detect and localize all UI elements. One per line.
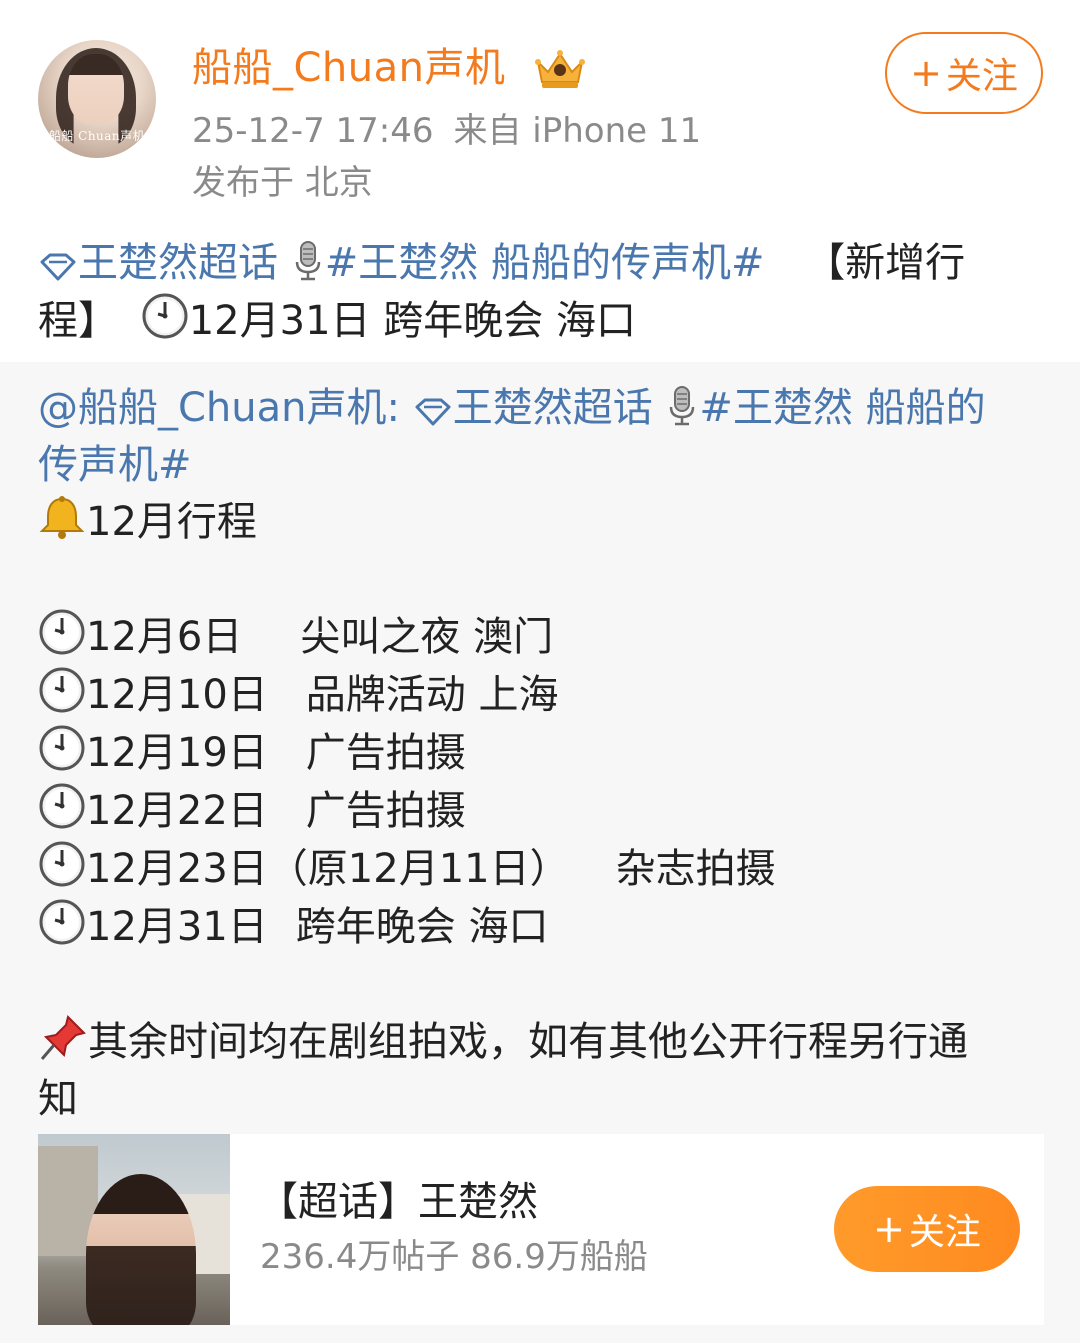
post-body: 王楚然超话 #王楚然 船船的传声机# 【新增行 程】 12月31日 跨年晚会 海… — [38, 234, 1048, 350]
repost-topic-name: 王楚然超话 — [452, 385, 653, 431]
note-line-1: 其余时间均在剧组拍戏，如有其他公开行程另行通 — [38, 1013, 1048, 1071]
schedule-event: 广告拍摄 — [305, 730, 466, 776]
supertopic-stats: 236.4万帖子 86.9万船船 — [260, 1237, 648, 1277]
plus-icon: + — [873, 1207, 905, 1251]
supertopic-cover-image — [38, 1134, 230, 1325]
schedule-event: 杂志拍摄 — [615, 846, 776, 892]
schedule-date: 12月22日 — [86, 788, 268, 834]
repost-hashtag-part1[interactable]: #王楚然 船船的 — [699, 385, 985, 431]
clock-icon — [39, 725, 85, 771]
schedule-event: 跨年晚会 海口 — [295, 904, 549, 950]
post-source: 来自 iPhone 11 — [453, 111, 702, 151]
month-title-line: 12月行程 — [38, 494, 1048, 551]
schedule-row: 12月6日 尖叫之夜 澳门 — [38, 608, 1048, 666]
supertopic-follow-button[interactable]: + 关注 — [834, 1186, 1020, 1272]
schedule-row: 12月22日 广告拍摄 — [38, 782, 1048, 840]
post-meta: 25-12-7 17:46 来自 iPhone 11 — [192, 108, 701, 154]
avatar-face — [68, 54, 124, 124]
clock-icon — [142, 293, 188, 339]
schedule-row: 12月31日 跨年晚会 海口 — [38, 898, 1048, 956]
schedule-date: 12月6日 — [86, 614, 243, 660]
note-text-1: 其余时间均在剧组拍戏，如有其他公开行程另行通 — [88, 1019, 968, 1065]
repost-topic-link[interactable]: 王楚然超话 — [413, 385, 666, 431]
diamond-icon — [40, 253, 76, 281]
repost-line-1: @船船_Chuan声机: 王楚然超话 #王楚然 船船的 — [38, 380, 1048, 437]
schedule-row: 12月19日 广告拍摄 — [38, 724, 1048, 782]
clock-icon — [39, 899, 85, 945]
topic-link[interactable]: 王楚然超话 — [38, 240, 291, 286]
repost-body: @船船_Chuan声机: 王楚然超话 #王楚然 船船的 传声机# 12月行程 1… — [38, 380, 1048, 1128]
topic-name: 王楚然超话 — [78, 240, 278, 286]
pushpin-icon — [40, 1015, 86, 1060]
post-text-new: 【新增行 — [805, 240, 966, 286]
clock-icon — [39, 667, 85, 713]
schedule-event: 广告拍摄 — [305, 788, 466, 834]
month-title: 12月行程 — [86, 499, 257, 545]
schedule-event: 尖叫之夜 澳门 — [300, 614, 554, 660]
schedule-date: 12月19日 — [86, 730, 268, 776]
avatar-caption: 船船 Chuan声机 — [48, 129, 146, 143]
schedule-row: 12月23日（原12月11日） 杂志拍摄 — [38, 840, 1048, 898]
schedule-row: 12月10日 品牌活动 上海 — [38, 666, 1048, 724]
follow-label: 关注 — [945, 56, 1018, 97]
diamond-icon — [415, 398, 451, 426]
schedule-list: 12月6日 尖叫之夜 澳门 12月10日 品牌活动 上海 12月19日 广告拍摄 12月22… — [38, 608, 1048, 956]
note-line-2: 知 — [38, 1076, 78, 1122]
post-header: 船船 Chuan声机 船船_Chuan声机 25-12-7 17:46 来自 iP… — [0, 0, 1080, 220]
avatar[interactable]: 船船 Chuan声机 — [38, 40, 156, 158]
clock-icon — [39, 609, 85, 655]
mention-link[interactable]: @船船_Chuan声机: — [38, 385, 400, 431]
schedule-date: 12月23日（原12月11日） — [86, 846, 570, 892]
repost-hashtag-part2[interactable]: 传声机# — [38, 437, 1048, 494]
schedule-date: 12月31日 — [86, 904, 268, 950]
post-text-bracket: 程】 — [38, 298, 118, 344]
microphone-icon — [670, 386, 695, 426]
microphone-icon — [295, 241, 320, 281]
post-timestamp: 25-12-7 17:46 — [192, 111, 434, 151]
post-text-event: 12月31日 跨年晚会 海口 — [188, 298, 636, 344]
user-name[interactable]: 船船_Chuan声机 — [192, 40, 506, 96]
schedule-event: 品牌活动 上海 — [305, 672, 559, 718]
post-location: 发布于 北京 — [192, 163, 373, 203]
supertopic-card[interactable]: 【超话】王楚然 236.4万帖子 86.9万船船 + 关注 — [38, 1134, 1044, 1325]
follow-label: 关注 — [908, 1212, 981, 1253]
plus-icon: + — [910, 51, 942, 95]
supertopic-title[interactable]: 【超话】王楚然 — [258, 1174, 538, 1230]
repost-container[interactable]: @船船_Chuan声机: 王楚然超话 #王楚然 船船的 传声机# 12月行程 1… — [0, 362, 1080, 1343]
hashtag-link[interactable]: #王楚然 船船的传声机# — [325, 240, 765, 286]
bell-icon — [39, 496, 85, 539]
schedule-date: 12月10日 — [86, 672, 268, 718]
follow-button[interactable]: + 关注 — [885, 32, 1043, 114]
crown-icon — [535, 50, 585, 88]
clock-icon — [39, 841, 85, 887]
cover-person — [86, 1174, 196, 1325]
clock-icon — [39, 783, 85, 829]
